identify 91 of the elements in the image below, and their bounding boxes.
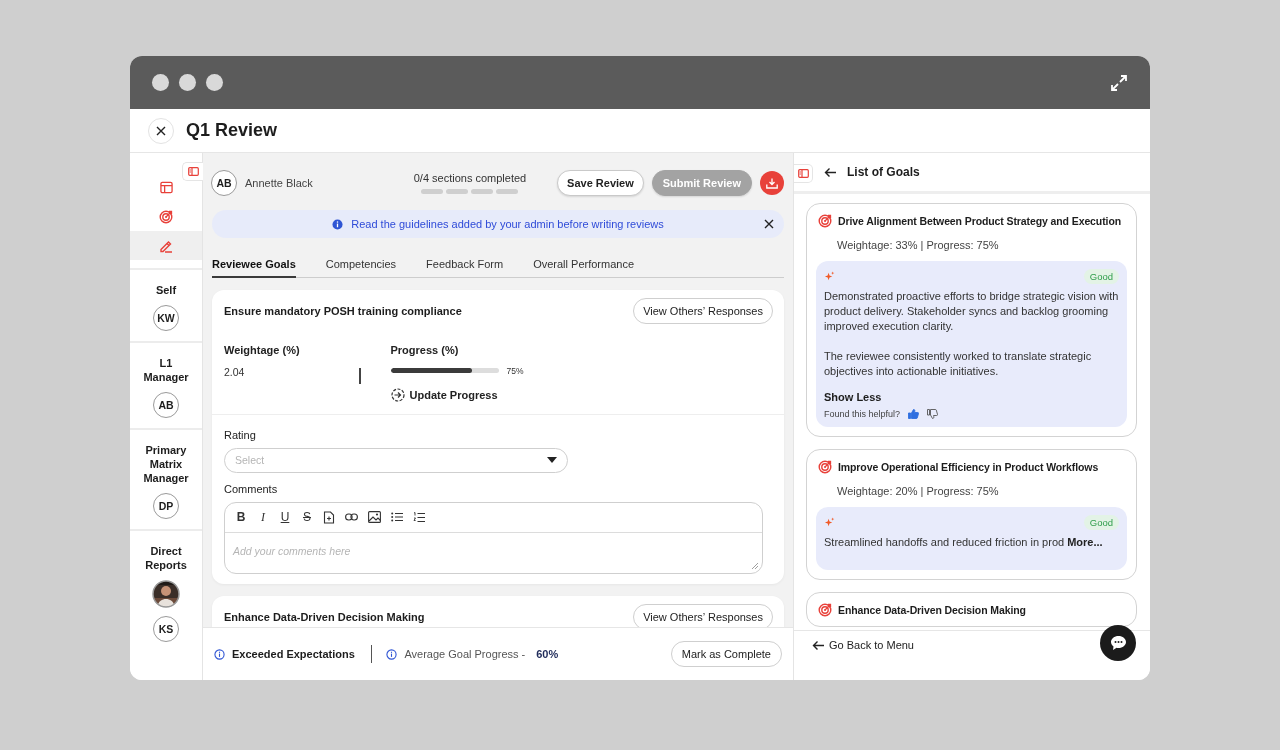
- close-icon: [155, 124, 167, 137]
- info-icon: [386, 648, 398, 660]
- sparkle-icon: [824, 271, 835, 282]
- resize-handle-icon: [752, 562, 758, 569]
- role-label: L1 Manager: [142, 356, 190, 384]
- progress-reading: 75%: [506, 365, 524, 376]
- thumbs-down-icon[interactable]: [927, 409, 939, 419]
- role-label: Self: [155, 283, 177, 297]
- goal-card[interactable]: Improve Operational Efficiency in Product Workflows Weightage: 20% | Progress: 75% Good Streamlined handoffs and reduced friction in prod More...: [806, 449, 1137, 580]
- download-button[interactable]: [760, 171, 784, 195]
- file-icon[interactable]: [323, 510, 335, 524]
- review-summary: Demonstrated proactive efforts to bridge strategic vision with product delivery. Stakeholder syncs and backlog grooming improved execution clarity.: [824, 289, 1119, 334]
- average-progress-label: Average Goal Progress -: [404, 648, 526, 660]
- target-icon: [818, 460, 832, 474]
- download-icon: [766, 177, 778, 189]
- caret-icon: [547, 457, 557, 463]
- nav-item[interactable]: [130, 231, 202, 260]
- field-label: Rating: [224, 428, 257, 441]
- goal-card[interactable]: [806, 203, 1137, 437]
- close-button[interactable]: [148, 117, 174, 144]
- update-progress-button[interactable]: Update Progress: [390, 387, 524, 402]
- view-responses-button[interactable]: View Others’ Responses: [633, 297, 773, 324]
- more-link[interactable]: More...: [1067, 536, 1103, 548]
- chat-button[interactable]: [1100, 625, 1136, 661]
- panel-title: List of Goals: [847, 165, 920, 179]
- back-arrow-icon: [812, 639, 825, 651]
- goal-card[interactable]: Enhance Data-Driven Decision Making: [806, 592, 1137, 627]
- tab[interactable]: Feedback Form: [426, 252, 504, 278]
- image-icon[interactable]: [368, 511, 381, 523]
- review-summary: Streamlined handoffs and reduced friction in prod More...: [824, 535, 1104, 550]
- chat-icon: [1109, 635, 1127, 651]
- goal-meta: Weightage: 20% | Progress: 75%: [837, 485, 1000, 497]
- bullet-list-icon[interactable]: [391, 512, 403, 522]
- field-label: Progress (%): [390, 343, 460, 356]
- layout-icon: [159, 181, 173, 194]
- info-icon: [214, 648, 225, 660]
- sections-progress-text: 0/4 sections completed: [413, 172, 527, 184]
- target-icon: [818, 603, 832, 617]
- target-icon: [159, 209, 173, 224]
- close-icon: [763, 218, 775, 230]
- tab[interactable]: Reviewee Goals: [212, 252, 296, 278]
- rating-badge: Good: [1083, 269, 1119, 284]
- role-label: Primary Matrix Manager: [142, 443, 190, 485]
- weightage-value: 2.04: [224, 365, 246, 378]
- goal-title: Ensure mandatory POSH training compliance: [224, 304, 462, 317]
- window-control[interactable]: [206, 74, 223, 91]
- save-button[interactable]: Save Review: [557, 170, 644, 196]
- panel-icon[interactable]: [187, 167, 199, 176]
- tab[interactable]: Competencies: [325, 252, 397, 278]
- show-less-link[interactable]: Show Less: [824, 391, 1119, 403]
- strikethrough-button[interactable]: S: [301, 510, 313, 524]
- goal-title: Enhance Data-Driven Decision Making: [224, 610, 425, 623]
- target-icon: [818, 214, 832, 228]
- dismiss-button[interactable]: [763, 218, 775, 230]
- field-label: Comments: [224, 482, 279, 495]
- panel-toggle-button[interactable]: [182, 162, 203, 181]
- link-icon[interactable]: [345, 513, 358, 521]
- goal-title: Improve Operational Efficiency in Product Workflows: [838, 461, 1099, 473]
- panel-toggle-button[interactable]: [794, 164, 813, 183]
- italic-button[interactable]: I: [257, 509, 269, 525]
- goal-meta: Weightage: 33% | Progress: 75%: [837, 239, 1000, 251]
- reviewee-name: Annette Black: [245, 177, 313, 189]
- back-to-menu-button[interactable]: Go Back to Menu: [812, 639, 914, 651]
- page-title: Q1 Review: [186, 120, 278, 141]
- review-summary: The reviewee consistently worked to translate strategic objectives into actionable initiatives.: [824, 349, 1093, 379]
- field-label: Weightage (%): [224, 343, 301, 356]
- underline-button[interactable]: U: [279, 510, 291, 524]
- feedback-prompt: Found this helpful?: [824, 409, 901, 419]
- average-progress-value: 60%: [536, 648, 559, 660]
- arrow-circle-icon: [390, 387, 405, 402]
- sparkle-icon: [824, 517, 835, 528]
- tab[interactable]: Overall Performance: [533, 252, 634, 278]
- numbered-list-icon[interactable]: [413, 511, 425, 523]
- guidelines-banner-text: Read the guidelines added by your admin before writing reviews: [351, 218, 664, 230]
- role-label: Direct Reports: [144, 544, 188, 572]
- window-control[interactable]: [179, 74, 196, 91]
- window-control[interactable]: [152, 74, 169, 91]
- mark-complete-button[interactable]: Mark as Complete: [670, 641, 782, 667]
- expand-icon[interactable]: [1110, 73, 1128, 92]
- pencil-icon: [159, 238, 173, 253]
- bold-button[interactable]: B: [235, 510, 247, 524]
- rating-summary: Exceeded Expectations: [232, 648, 355, 660]
- view-responses-button[interactable]: View Others’ Responses: [633, 603, 773, 627]
- thumbs-up-icon[interactable]: [908, 409, 920, 419]
- avatar: AB: [211, 170, 237, 196]
- goal-title: Drive Alignment Between Product Strategy and Execution: [838, 215, 1122, 227]
- info-icon: [332, 218, 344, 230]
- goal-title: Enhance Data-Driven Decision Making: [838, 604, 1026, 616]
- rating-badge: Good: [1083, 515, 1119, 530]
- panel-icon[interactable]: [797, 169, 809, 178]
- back-arrow-icon[interactable]: [824, 166, 837, 178]
